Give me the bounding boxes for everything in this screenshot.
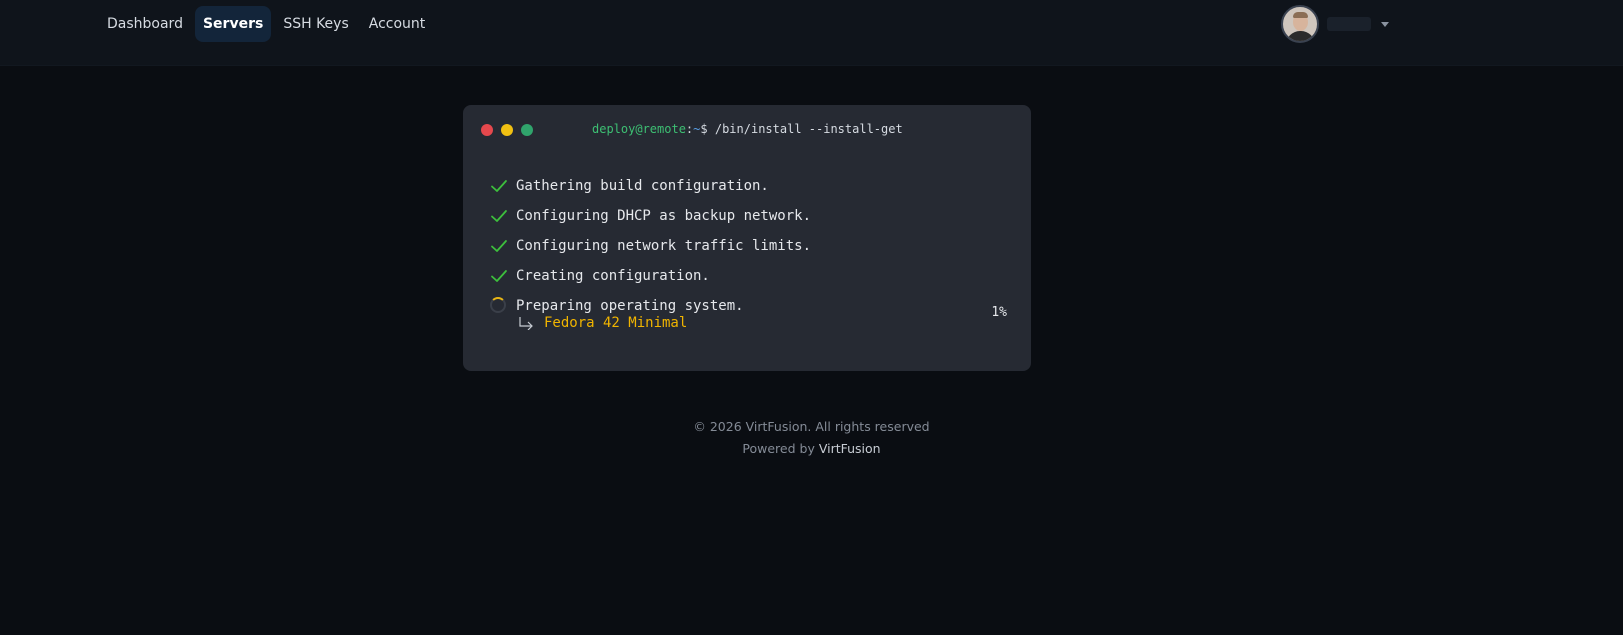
- spinner-icon: [490, 297, 508, 315]
- check-icon: [490, 177, 508, 195]
- progress-percent: 1%: [991, 305, 1007, 320]
- prompt-command: /bin/install --install-get: [714, 122, 903, 136]
- step-text: Configuring DHCP as backup network.: [516, 208, 812, 224]
- check-icon: [490, 237, 508, 255]
- step-item: Configuring network traffic limits.: [490, 231, 811, 261]
- nav-link-account[interactable]: Account: [361, 6, 434, 42]
- step-item: Configuring DHCP as backup network.: [490, 201, 811, 231]
- step-item: Creating configuration.: [490, 261, 811, 291]
- window-maximize-dot: [521, 124, 533, 136]
- copyright-text: © 2026 VirtFusion. All rights reserved: [693, 419, 930, 434]
- window-minimize-dot: [501, 124, 513, 136]
- check-icon: [490, 267, 508, 285]
- powered-by: Powered by VirtFusion: [0, 438, 1623, 460]
- os-name: Fedora 42 Minimal: [544, 315, 688, 331]
- step-text: Gathering build configuration.: [516, 178, 769, 194]
- step-item: Gathering build configuration.: [490, 171, 811, 201]
- nav-link-servers[interactable]: Servers: [194, 6, 272, 42]
- username-redacted: [1327, 17, 1371, 31]
- step-text: Preparing operating system.: [516, 298, 744, 314]
- install-steps: Gathering build configuration. Configuri…: [490, 171, 811, 321]
- powered-by-brand-link[interactable]: VirtFusion: [819, 441, 881, 456]
- return-arrow-icon: [518, 316, 534, 331]
- install-terminal: deploy@remote:~$ /bin/install --install-…: [463, 105, 1031, 371]
- user-menu[interactable]: [1281, 5, 1389, 43]
- step-text: Creating configuration.: [516, 268, 710, 284]
- nav-link-ssh-keys[interactable]: SSH Keys: [275, 6, 356, 42]
- top-navbar: Dashboard Servers SSH Keys Account: [0, 0, 1623, 66]
- check-icon: [490, 207, 508, 225]
- prompt-user: deploy@remote: [592, 122, 686, 136]
- step-text: Configuring network traffic limits.: [516, 238, 812, 254]
- powered-by-prefix: Powered by: [742, 441, 815, 456]
- nav-links: Dashboard Servers SSH Keys Account: [99, 6, 433, 42]
- footer: © 2026 VirtFusion. All rights reserved P…: [0, 416, 1623, 460]
- terminal-prompt: deploy@remote:~$ /bin/install --install-…: [592, 122, 903, 136]
- window-close-dot: [481, 124, 493, 136]
- prompt-symbol: $: [700, 122, 708, 136]
- avatar[interactable]: [1281, 5, 1319, 43]
- nav-link-dashboard[interactable]: Dashboard: [99, 6, 191, 42]
- caret-down-icon[interactable]: [1381, 21, 1389, 27]
- step-sub-item: Fedora 42 Minimal: [518, 315, 687, 331]
